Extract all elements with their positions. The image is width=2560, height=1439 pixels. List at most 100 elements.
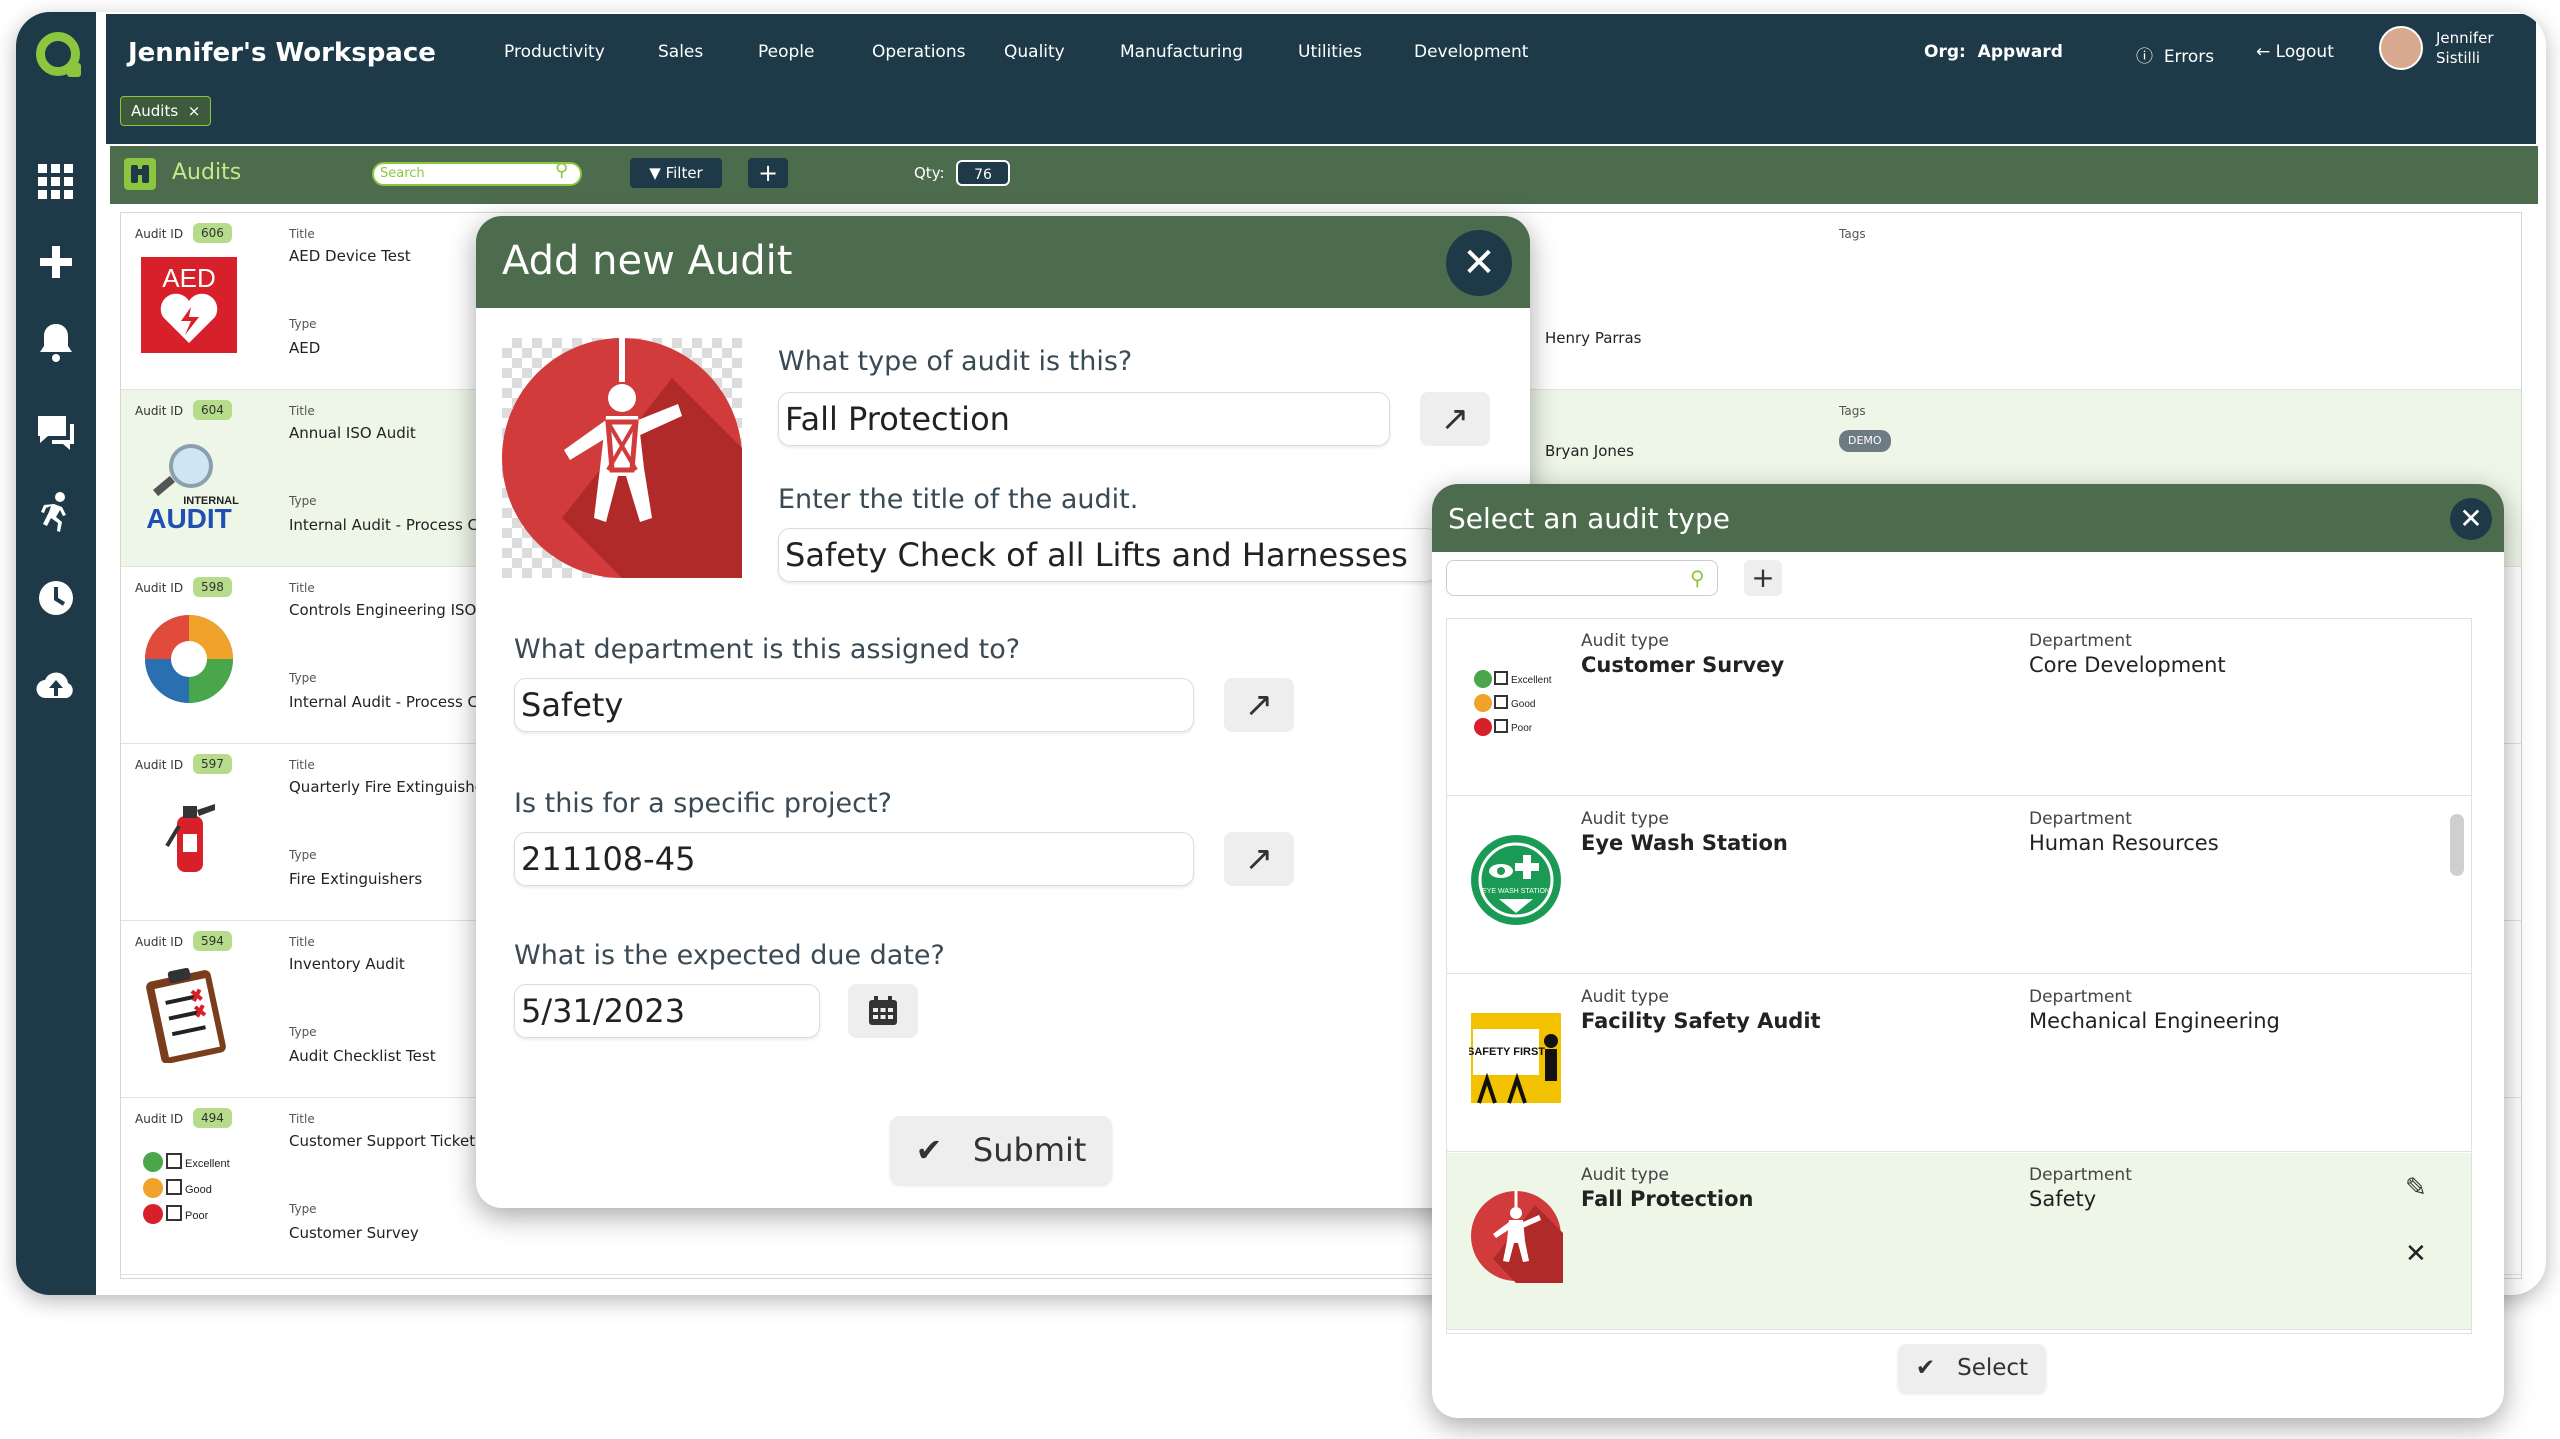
errors-link[interactable]: ⓘ Errors — [2136, 42, 2214, 67]
title-label: Title — [289, 758, 315, 772]
logout-label: Logout — [2275, 42, 2334, 62]
eye-wash-station-text: EYE WASH STATION — [1482, 888, 1550, 895]
audit-title: Inventory Audit — [289, 955, 405, 973]
search-input[interactable]: Search — [372, 162, 582, 186]
delete-x-icon[interactable]: ✕ — [2405, 1239, 2427, 1269]
department-label: Department — [2029, 987, 2132, 1007]
filter-label: Filter — [665, 164, 703, 182]
arrow-left-icon: ← — [2256, 42, 2271, 62]
external-link-icon: ↗ — [1440, 399, 1470, 439]
department-question: What department is this assigned to? — [514, 634, 1021, 665]
type-label: Type — [289, 1202, 317, 1216]
nav-productivity[interactable]: Productivity — [504, 42, 605, 62]
department-name: Mechanical Engineering — [2029, 1009, 2280, 1033]
close-dialog-button[interactable]: ✕ — [1446, 230, 1512, 296]
tag-badge[interactable]: DEMO — [1839, 430, 1891, 452]
title-label: Title — [289, 581, 315, 595]
filter-button[interactable]: ▼ Filter — [630, 158, 722, 188]
audit-id-badge: 604 — [193, 400, 232, 420]
audit-type: Fire Extinguishers — [289, 870, 423, 888]
project-question: Is this for a specific project? — [514, 788, 892, 819]
nav-people[interactable]: People — [758, 42, 814, 62]
audit-id-badge: 598 — [193, 577, 232, 597]
audit-title: Quarterly Fire Extinguisher C — [289, 778, 499, 796]
cloud-upload-icon[interactable] — [32, 660, 80, 708]
dialog-header: Add new Audit ✕ — [476, 216, 1530, 308]
plus-icon[interactable] — [32, 238, 80, 286]
nav-manufacturing[interactable]: Manufacturing — [1120, 42, 1243, 62]
nav-operations[interactable]: Operations — [872, 42, 965, 62]
external-link-icon: ↗ — [1244, 839, 1274, 879]
submit-label: Submit — [972, 1131, 1087, 1169]
fall-protection-icon — [1469, 1189, 1563, 1283]
audit-type-name: Eye Wash Station — [1581, 831, 1788, 855]
list-item[interactable]: Excellent Good Poor Audit type Customer Su… — [1447, 619, 2471, 796]
audit-id-badge: 606 — [193, 223, 232, 243]
type-label: Type — [289, 671, 317, 685]
audit-title-question: Enter the title of the audit. — [778, 484, 1139, 515]
nav-sales[interactable]: Sales — [658, 42, 703, 62]
user-name[interactable]: Jennifer Sistilli — [2436, 28, 2494, 68]
type-label: Type — [289, 1025, 317, 1039]
survey-label-poor: Poor — [185, 1210, 209, 1222]
funnel-icon: ▼ — [649, 164, 661, 182]
project-field[interactable]: 211108-45 — [514, 832, 1194, 886]
aed-icon: AED — [139, 255, 239, 355]
due-date-field[interactable]: 5/31/2023 — [514, 984, 820, 1038]
select-button[interactable]: ✔ Select — [1898, 1344, 2046, 1392]
iso-cycle-icon — [139, 609, 239, 709]
close-icon: ✕ — [2459, 502, 2483, 535]
nav-utilities[interactable]: Utilities — [1298, 42, 1362, 62]
running-person-icon[interactable] — [32, 488, 80, 536]
clock-icon[interactable] — [32, 574, 80, 622]
audit-title: AED Device Test — [289, 247, 411, 265]
list-item-selected[interactable]: Audit type Fall Protection Department Sa… — [1447, 1153, 2471, 1330]
department-field[interactable]: Safety — [514, 678, 1194, 732]
audit-type-label: Audit type — [1581, 809, 1669, 829]
apps-grid-icon[interactable] — [32, 158, 80, 206]
select-audit-type-dialog: Select an audit type ✕ ⚲ + Excellent Good… — [1432, 484, 2504, 1418]
audit-type-name: Customer Survey — [1581, 653, 1785, 677]
tags-label: Tags — [1839, 404, 1866, 418]
open-department-button[interactable]: ↗ — [1224, 678, 1294, 732]
chat-icon[interactable] — [32, 408, 80, 456]
errors-label: Errors — [2163, 47, 2215, 67]
logout-link[interactable]: ← Logout — [2256, 42, 2334, 62]
audit-type-list: Excellent Good Poor Audit type Customer Su… — [1446, 618, 2472, 1334]
title-label: Title — [289, 227, 315, 241]
audit-type-field[interactable]: Fall Protection — [778, 392, 1390, 446]
audit-title-field[interactable]: Safety Check of all Lifts and Harnesses — [778, 528, 1438, 582]
nav-quality[interactable]: Quality — [1004, 42, 1065, 62]
dialog-scrollbar[interactable] — [2450, 814, 2464, 876]
avatar[interactable] — [2379, 26, 2423, 70]
date-picker-button[interactable] — [848, 984, 918, 1038]
org-value[interactable]: Appward — [1978, 42, 2063, 62]
add-audit-button[interactable]: + — [748, 158, 788, 188]
audit-type: Internal Audit - Process Con — [289, 516, 497, 534]
close-icon[interactable]: × — [188, 102, 201, 120]
open-type-button[interactable]: ↗ — [1420, 392, 1490, 446]
add-audit-type-button[interactable]: + — [1744, 560, 1782, 596]
submit-button[interactable]: ✔ Submit — [890, 1116, 1112, 1184]
search-icon[interactable]: ⚲ — [1690, 566, 1705, 590]
department-label: Department — [2029, 809, 2132, 829]
close-dialog-button[interactable]: ✕ — [2450, 498, 2492, 540]
pencil-icon[interactable]: ✎ — [2405, 1173, 2427, 1203]
audit-type-image[interactable] — [502, 338, 742, 578]
title-label: Title — [289, 935, 315, 949]
open-project-button[interactable]: ↗ — [1224, 832, 1294, 886]
bell-icon[interactable] — [32, 318, 80, 366]
app-logo-icon[interactable] — [36, 32, 81, 77]
survey-label-excellent: Excellent — [1511, 675, 1552, 686]
nav-development[interactable]: Development — [1414, 42, 1528, 62]
audit-type: Internal Audit - Process Con — [289, 693, 497, 711]
internal-audit-icon: INTERNAL AUDIT — [139, 432, 239, 532]
customer-survey-icon: Excellent Good Poor — [139, 1140, 239, 1240]
list-item[interactable]: SAFETY FIRST Audit type Facility Safety … — [1447, 975, 2471, 1152]
search-icon[interactable]: ⚲ — [555, 160, 568, 181]
plus-icon: + — [1751, 561, 1775, 594]
list-item[interactable]: EYE WASH STATION Audit type Eye Wash Sta… — [1447, 797, 2471, 974]
due-date-question: What is the expected due date? — [514, 940, 945, 971]
audit-type-search-input[interactable] — [1446, 560, 1718, 596]
tab-chip-audits[interactable]: Audits × — [120, 96, 212, 126]
